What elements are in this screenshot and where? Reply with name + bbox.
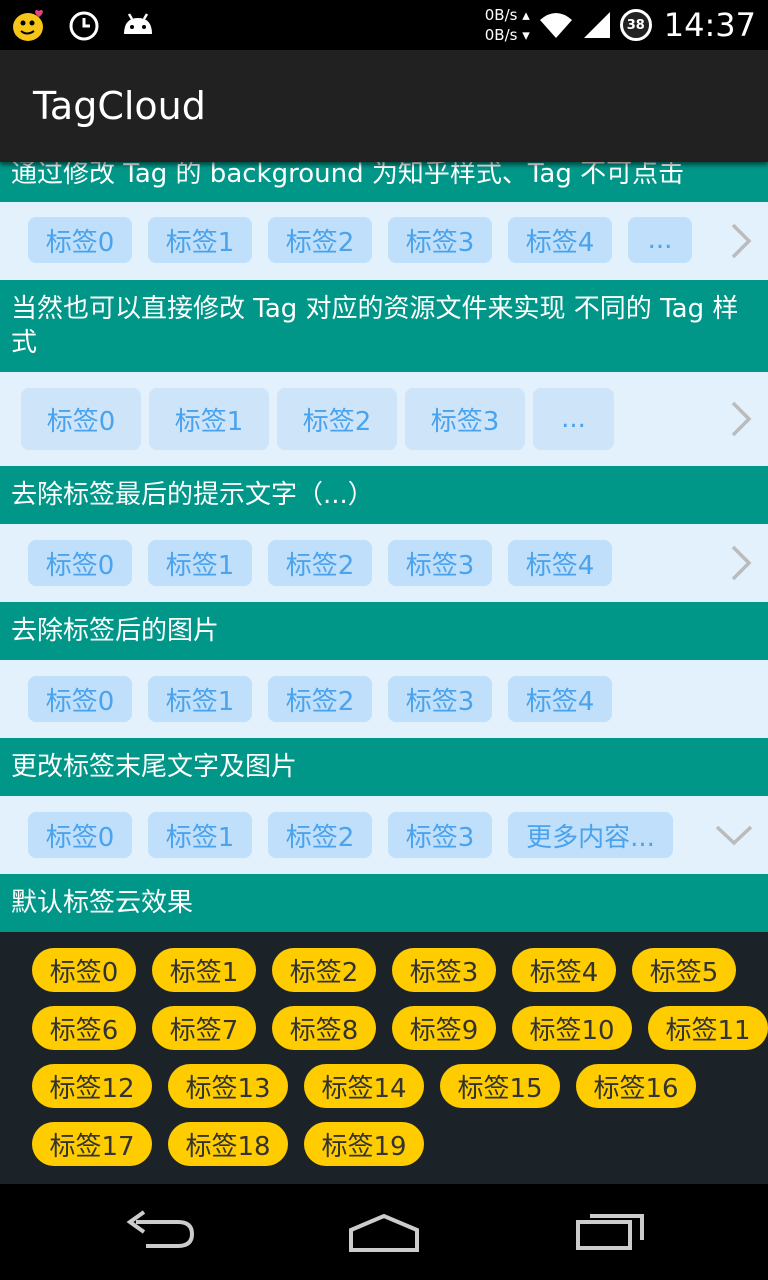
cloud-tag-chip[interactable]: 标签18 [168, 1122, 288, 1166]
tag-chip[interactable]: 标签2 [268, 217, 372, 263]
tag-chip[interactable]: 标签0 [21, 388, 141, 450]
tag-row-custom-ending: 标签0 标签1 标签2 标签3 更多内容... [0, 796, 768, 874]
home-icon[interactable] [339, 1198, 429, 1258]
tag-chip[interactable]: 标签0 [28, 540, 132, 586]
network-speed: 0B/s ▴ 0B/s ▾ [485, 5, 530, 45]
tag-more-chip[interactable]: 更多内容... [508, 812, 673, 858]
net-down-speed: 0B/s ▾ [484, 26, 530, 44]
section-header: 去除标签最后的提示文字（...） [0, 466, 768, 524]
tag-chip[interactable]: 标签0 [28, 812, 132, 858]
tag-more-chip[interactable]: ... [628, 217, 692, 263]
content-scroll[interactable]: 通过修改 Tag 的 background 为知乎样式、Tag 不可点击 标签0… [0, 162, 768, 1184]
cloud-tag-chip[interactable]: 标签6 [32, 1006, 136, 1050]
cloud-tag-chip[interactable]: 标签16 [576, 1064, 696, 1108]
tag-chip[interactable]: 标签3 [405, 388, 525, 450]
cloud-tag-chip[interactable]: 标签15 [440, 1064, 560, 1108]
alarm-clock-icon [69, 11, 99, 41]
cloud-tag-chip[interactable]: 标签8 [272, 1006, 376, 1050]
tag-row-zhihu: 标签0 标签1 标签2 标签3 标签4 ... [0, 202, 768, 280]
tag-chip[interactable]: 标签0 [28, 217, 132, 263]
cloud-tag-chip[interactable]: 标签2 [272, 948, 376, 992]
system-status: 0B/s ▴ 0B/s ▾ 38 14:37 [485, 4, 756, 46]
tag-chip[interactable]: 标签2 [268, 540, 372, 586]
net-up-speed: 0B/s ▴ [484, 6, 530, 24]
status-bar: 0B/s ▴ 0B/s ▾ 38 14:37 [0, 0, 768, 50]
notification-icons [12, 8, 156, 42]
tag-chip[interactable]: 标签4 [508, 676, 612, 722]
tag-chip[interactable]: 标签3 [388, 217, 492, 263]
cloud-tag-chip[interactable]: 标签19 [304, 1122, 424, 1166]
tag-chip[interactable]: 标签4 [508, 540, 612, 586]
recent-apps-icon[interactable] [566, 1198, 656, 1258]
cloud-tag-chip[interactable]: 标签0 [32, 948, 136, 992]
cloud-tag-chip[interactable]: 标签14 [304, 1064, 424, 1108]
tag-row-no-image: 标签0 标签1 标签2 标签3 标签4 [0, 660, 768, 738]
cloud-tag-chip[interactable]: 标签9 [392, 1006, 496, 1050]
section-header: 更改标签末尾文字及图片 [0, 738, 768, 796]
battery-indicator: 38 [619, 9, 652, 41]
tag-more-chip[interactable]: ... [533, 388, 614, 450]
cloud-tag-chip[interactable]: 标签10 [512, 1006, 632, 1050]
tag-chip[interactable]: 标签1 [148, 217, 252, 263]
section-header-text: 去除标签后的图片 [11, 616, 220, 646]
navigation-bar [0, 1184, 768, 1280]
cloud-tag-chip[interactable]: 标签13 [168, 1064, 288, 1108]
cloud-tag-chip[interactable]: 标签1 [152, 948, 256, 992]
tag-chip[interactable]: 标签0 [28, 676, 132, 722]
chevron-right-icon[interactable] [728, 222, 754, 260]
section-header: 默认标签云效果 [0, 874, 768, 932]
section-header-text: 默认标签云效果 [11, 888, 194, 918]
section-header: 通过修改 Tag 的 background 为知乎样式、Tag 不可点击 [0, 162, 768, 202]
chevron-right-icon[interactable] [728, 544, 754, 582]
tag-chip[interactable]: 标签3 [388, 812, 492, 858]
tag-row-no-hint-text: 标签0 标签1 标签2 标签3 标签4 [0, 524, 768, 602]
section-header-text: 去除标签最后的提示文字（...） [11, 480, 374, 510]
tag-chip[interactable]: 标签3 [388, 676, 492, 722]
cloud-tag-chip[interactable]: 标签7 [152, 1006, 256, 1050]
tag-row-custom-style: 标签0 标签1 标签2 标签3 ... [0, 372, 768, 466]
tag-chip[interactable]: 标签1 [149, 388, 269, 450]
cloud-tag-chip[interactable]: 标签5 [632, 948, 736, 992]
clock: 14:37 [663, 6, 756, 44]
cloud-tag-chip[interactable]: 标签3 [392, 948, 496, 992]
tag-chip[interactable]: 标签2 [268, 676, 372, 722]
section-header-text: 当然也可以直接修改 Tag 对应的资源文件来实现 不同的 Tag 样式 [11, 294, 739, 358]
section-header: 去除标签后的图片 [0, 602, 768, 660]
tag-chip[interactable]: 标签3 [388, 540, 492, 586]
cloud-tag-chip[interactable]: 标签4 [512, 948, 616, 992]
tag-chip[interactable]: 标签1 [148, 676, 252, 722]
app-title: TagCloud [33, 84, 206, 128]
emoji-notification-icon [13, 9, 43, 41]
tag-chip[interactable]: 标签4 [508, 217, 612, 263]
section-header-text: 更改标签末尾文字及图片 [11, 752, 298, 782]
tag-chip[interactable]: 标签1 [148, 812, 252, 858]
cloud-tag-chip[interactable]: 标签12 [32, 1064, 152, 1108]
tag-chip[interactable]: 标签2 [268, 812, 372, 858]
cloud-tag-chip[interactable]: 标签17 [32, 1122, 152, 1166]
cloud-tag-chip[interactable]: 标签11 [648, 1006, 768, 1050]
tag-chip[interactable]: 标签1 [148, 540, 252, 586]
chevron-right-icon[interactable] [728, 400, 754, 438]
section-header: 当然也可以直接修改 Tag 对应的资源文件来实现 不同的 Tag 样式 [0, 280, 768, 372]
section-header-text: 通过修改 Tag 的 background 为知乎样式、Tag 不可点击 [11, 162, 685, 189]
chevron-down-icon[interactable] [714, 822, 754, 848]
action-bar: TagCloud [0, 50, 768, 162]
signal-icon [583, 12, 610, 38]
back-icon[interactable] [116, 1198, 206, 1258]
android-icon [124, 13, 152, 34]
tag-chip[interactable]: 标签2 [277, 388, 397, 450]
wifi-icon [539, 13, 572, 38]
default-tag-cloud: 标签0 标签1 标签2 标签3 标签4 标签5 标签6 标签7 标签8 标签9 … [0, 932, 768, 1184]
